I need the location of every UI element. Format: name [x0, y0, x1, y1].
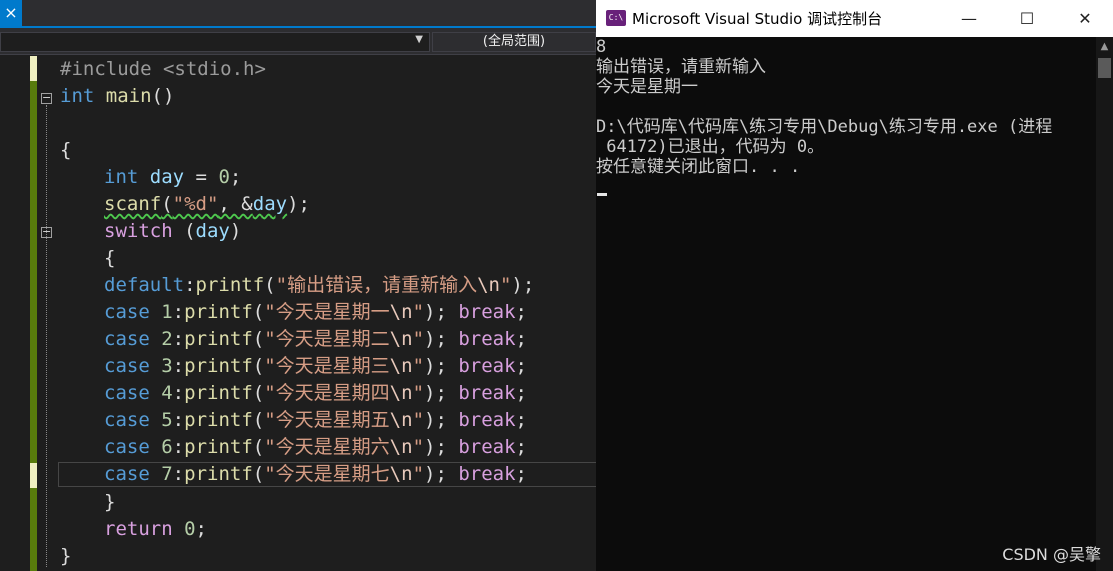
collapse-main-icon[interactable]: − [41, 92, 52, 104]
code-line-case: case 2:printf("今天是星期二\n"); break; [104, 328, 527, 350]
fold-guide [46, 105, 47, 567]
change-marker-saved [30, 81, 37, 571]
change-marker-unsaved [30, 463, 37, 488]
code-line: { [104, 247, 116, 269]
watermark: CSDN @吴擎 [1002, 545, 1101, 564]
editor-tab-strip: × [0, 0, 596, 30]
vertical-scrollbar[interactable]: ▲ [1096, 37, 1113, 571]
code-area[interactable]: − − #include <stdio.h> int main() { int … [0, 55, 596, 571]
code-line: switch (day) [104, 220, 242, 242]
tab-close-button[interactable]: × [0, 0, 22, 26]
code-line-case: case 7:printf("今天是星期七\n"); break; [104, 463, 527, 485]
change-marker-unsaved [30, 56, 37, 81]
code-line: scanf("%d", &day); [104, 193, 310, 215]
maximize-button[interactable]: ☐ [999, 0, 1055, 37]
console-line: 8 [596, 37, 607, 57]
code-line: { [60, 139, 72, 161]
code-line: return 0; [104, 518, 207, 540]
chevron-down-icon: ▼ [415, 34, 423, 45]
code-line-case: case 1:printf("今天是星期一\n"); break; [104, 301, 527, 323]
console-line: D:\代码库\代码库\练习专用\Debug\练习专用.exe (进程 [596, 117, 1053, 137]
code-line-case: case 6:printf("今天是星期六\n"); break; [104, 436, 527, 458]
navigation-bar: ▼ (全局范围) [0, 30, 596, 55]
code-editor[interactable]: × ▼ (全局范围) − − #include <stdio.h> int ma… [0, 0, 596, 571]
code-line: default:printf("输出错误，请重新输入\n"); [104, 274, 535, 296]
code-line-case: case 3:printf("今天是星期三\n"); break; [104, 355, 527, 377]
console-line: 按任意键关闭此窗口. . . [596, 157, 801, 177]
code-line-case: case 5:printf("今天是星期五\n"); break; [104, 409, 527, 431]
code-line: } [60, 545, 72, 567]
close-button[interactable]: ✕ [1057, 0, 1113, 37]
code-line: int main() [60, 85, 175, 107]
code-line: int day = 0; [104, 166, 242, 188]
console-line: 今天是星期一 [596, 77, 698, 97]
project-dropdown[interactable]: ▼ [0, 32, 430, 52]
debug-console-window[interactable]: C:\ Microsoft Visual Studio 调试控制台 — ☐ ✕ … [596, 0, 1113, 571]
code-line: #include <stdio.h> [60, 58, 266, 80]
code-line: } [104, 491, 116, 513]
text-cursor [597, 193, 607, 196]
scope-dropdown[interactable]: (全局范围) [432, 32, 596, 52]
collapse-switch-icon[interactable]: − [41, 226, 52, 238]
code-line-case: case 4:printf("今天是星期四\n"); break; [104, 382, 527, 404]
minimize-button[interactable]: — [941, 0, 997, 37]
console-line: 64172)已退出，代码为 0。 [596, 137, 825, 157]
title-bar[interactable]: C:\ Microsoft Visual Studio 调试控制台 — ☐ ✕ [596, 0, 1113, 37]
scrollbar-thumb[interactable] [1098, 58, 1111, 78]
console-output[interactable]: 8 输出错误，请重新输入 今天是星期一 D:\代码库\代码库\练习专用\Debug\练… [596, 37, 1096, 571]
console-app-icon: C:\ [606, 10, 626, 26]
console-line: 输出错误，请重新输入 [596, 57, 766, 77]
scroll-up-icon[interactable]: ▲ [1096, 37, 1113, 57]
window-title: Microsoft Visual Studio 调试控制台 [632, 10, 883, 28]
active-tab-indicator [0, 26, 596, 28]
